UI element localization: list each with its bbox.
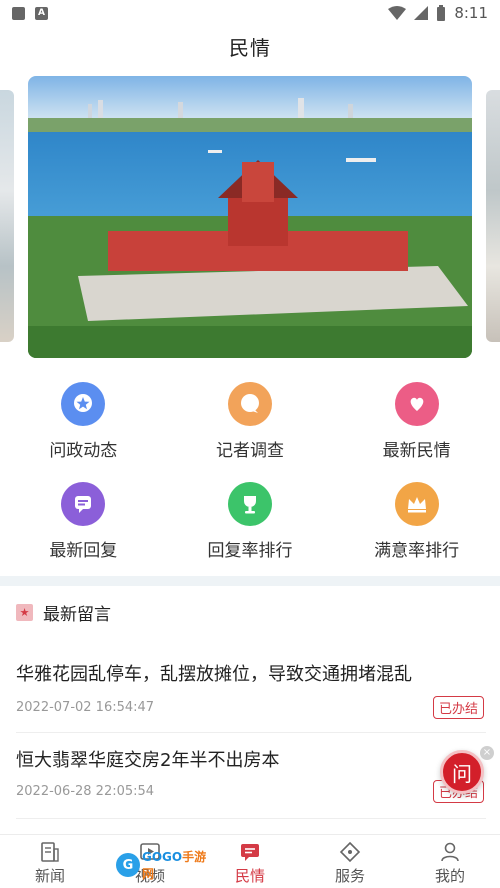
trophy-icon	[227, 482, 272, 526]
section-title: 最新留言	[43, 605, 111, 625]
battery-icon	[437, 5, 446, 21]
grid-label: 最新回复	[49, 541, 118, 561]
message-time: 2022-06-28 22:05:54	[16, 784, 155, 799]
star-bubble-icon	[61, 382, 106, 426]
grid-item-reply-rate-ranking[interactable]: 回复率排行	[167, 480, 334, 580]
list-item[interactable]: 恒大翡翠华庭交房2年半不出房本 2022-06-28 22:05:54 已办结	[16, 746, 486, 820]
divider	[16, 732, 486, 733]
news-icon	[39, 841, 61, 863]
divider	[16, 818, 486, 819]
heart-hand-icon	[394, 382, 439, 426]
wifi-icon	[388, 6, 407, 20]
nav-label: 民情	[234, 867, 265, 885]
nav-label: 我的	[434, 867, 465, 885]
signal-icon	[414, 6, 429, 20]
message-title: 华雅花园乱停车，乱摆放摊位，导致交通拥堵混乱	[16, 664, 412, 685]
banner-prev-slide[interactable]	[0, 90, 14, 342]
grid-label: 满意率排行	[374, 541, 460, 561]
service-icon	[339, 841, 361, 863]
status-time: 8:11	[454, 4, 488, 22]
profile-icon	[439, 841, 461, 863]
section-divider	[0, 576, 500, 586]
banner-carousel[interactable]	[0, 76, 500, 360]
watermark-logo: G GOGO手游网	[116, 850, 218, 881]
watermark-text: GOGO手游网	[141, 850, 207, 881]
grid-label: 问政动态	[49, 441, 118, 461]
grid-label: 回复率排行	[207, 541, 293, 561]
image-notification-icon	[12, 6, 25, 20]
banner-image[interactable]	[28, 76, 472, 358]
banner-next-slide[interactable]	[486, 90, 500, 342]
public-opinion-icon	[239, 841, 261, 863]
grid-item-latest-opinion[interactable]: 最新民情	[333, 380, 500, 480]
list-item[interactable]: 华雅花园乱停车，乱摆放摊位，导致交通拥堵混乱 2022-07-02 16:54:…	[16, 660, 486, 734]
bottom-nav: 新闻 视频 民情 服务 我的	[0, 834, 500, 888]
message-icon	[61, 482, 106, 526]
grid-item-policy-news[interactable]: 问政动态	[0, 380, 167, 480]
watermark-g-icon: G	[116, 853, 140, 877]
grid-item-satisfaction-ranking[interactable]: 满意率排行	[333, 480, 500, 580]
grid-label: 记者调查	[215, 441, 284, 461]
close-icon[interactable]: ×	[480, 746, 494, 760]
chat-bubble-icon	[227, 382, 272, 426]
status-badge: 已办结	[432, 696, 484, 719]
status-bar: A 8:11	[0, 0, 500, 26]
nav-label: 服务	[334, 867, 365, 885]
grid-item-latest-reply[interactable]: 最新回复	[0, 480, 167, 580]
crown-icon	[394, 482, 439, 526]
nav-label: 新闻	[34, 867, 65, 885]
bookmark-star-icon: ★	[16, 604, 33, 621]
page-title: 民情	[229, 36, 271, 60]
message-title: 恒大翡翠华庭交房2年半不出房本	[16, 750, 280, 771]
nav-item-profile[interactable]: 我的	[400, 835, 500, 888]
font-notification-icon: A	[35, 6, 48, 20]
grid-item-reporter-investigation[interactable]: 记者调查	[167, 380, 334, 480]
latest-messages-header: ★ 最新留言	[16, 600, 111, 625]
ask-question-button[interactable]: 问	[440, 750, 484, 794]
grid-label: 最新民情	[382, 441, 451, 461]
nav-item-news[interactable]: 新闻	[0, 835, 100, 888]
feature-grid: 问政动态 记者调查 最新民情 最新回复 回复率排行 满意率排行	[0, 380, 500, 580]
nav-item-service[interactable]: 服务	[300, 835, 400, 888]
message-time: 2022-07-02 16:54:47	[16, 700, 155, 715]
